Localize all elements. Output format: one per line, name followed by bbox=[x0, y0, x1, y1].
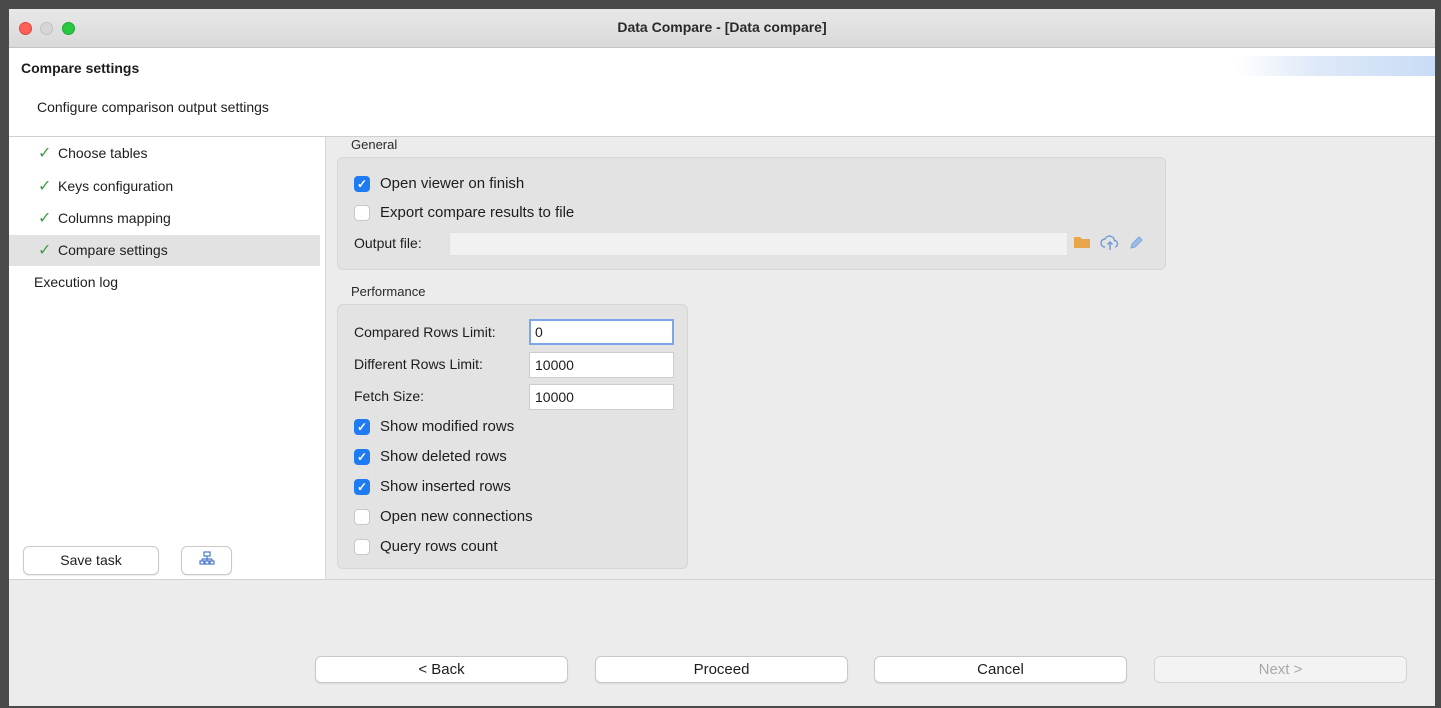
checkbox-checked-icon: ✓ bbox=[354, 176, 370, 192]
page-title: Compare settings bbox=[21, 60, 140, 76]
sidebar-item-label: Compare settings bbox=[58, 242, 168, 258]
sidebar-item-label: Keys configuration bbox=[58, 178, 174, 194]
different-rows-limit-input[interactable]: 10000 bbox=[529, 352, 674, 378]
checkbox-label: Open viewer on finish bbox=[380, 175, 525, 192]
page-subtitle: Configure comparison output settings bbox=[37, 99, 269, 115]
wizard-header: Compare settings Configure comparison ou… bbox=[9, 48, 1435, 137]
output-file-input[interactable] bbox=[449, 232, 1068, 256]
checkbox-label: Show deleted rows bbox=[380, 448, 507, 465]
checkmark-icon: ✓ bbox=[38, 242, 52, 259]
checkbox-checked-icon: ✓ bbox=[354, 449, 370, 465]
checkmark-icon: ✓ bbox=[38, 145, 52, 162]
folder-icon[interactable] bbox=[1073, 235, 1091, 253]
output-file-label: Output file: bbox=[354, 235, 422, 251]
general-group: ✓ Open viewer on finish Export compare r… bbox=[337, 157, 1166, 270]
checkbox-label: Open new connections bbox=[380, 508, 533, 525]
task-config-button[interactable] bbox=[181, 546, 232, 575]
task-config-icon bbox=[198, 551, 215, 568]
save-task-button[interactable]: Save task bbox=[23, 546, 159, 575]
proceed-button[interactable]: Proceed bbox=[595, 656, 848, 683]
wizard-steps-sidebar: ✓ Choose tables ✓ Keys configuration ✓ C… bbox=[9, 137, 326, 587]
compared-rows-limit-label: Compared Rows Limit: bbox=[354, 324, 496, 340]
different-rows-limit-label: Different Rows Limit: bbox=[354, 356, 483, 372]
dialog-window: Data Compare - [Data compare] Compare se… bbox=[9, 9, 1435, 706]
checkbox-unchecked-icon bbox=[354, 509, 370, 525]
cloud-upload-icon[interactable] bbox=[1100, 235, 1120, 255]
checkmark-icon: ✓ bbox=[38, 178, 52, 195]
fetch-size-label: Fetch Size: bbox=[354, 388, 425, 404]
checkbox-label: Export compare results to file bbox=[380, 204, 575, 221]
sidebar-item-compare-settings[interactable]: ✓ Compare settings bbox=[9, 235, 320, 266]
header-decoration bbox=[1235, 56, 1435, 76]
wizard-footer: < Back Proceed Cancel Next > bbox=[9, 579, 1435, 706]
checkbox-unchecked-icon bbox=[354, 539, 370, 555]
checkmark-icon: ✓ bbox=[38, 210, 52, 227]
checkbox-label: Show inserted rows bbox=[380, 478, 511, 495]
fetch-size-input[interactable]: 10000 bbox=[529, 384, 674, 410]
performance-group-label: Performance bbox=[351, 284, 426, 299]
sidebar-item-label: Execution log bbox=[34, 274, 119, 290]
sidebar-item-keys-configuration[interactable]: ✓ Keys configuration bbox=[9, 171, 320, 202]
general-group-label: General bbox=[351, 137, 398, 152]
back-button[interactable]: < Back bbox=[315, 656, 568, 683]
compared-rows-limit-input[interactable]: 0 bbox=[529, 319, 674, 345]
performance-group: Compared Rows Limit: 0 Different Rows Li… bbox=[337, 304, 688, 569]
sidebar-item-label: Choose tables bbox=[58, 145, 148, 161]
sidebar-item-execution-log[interactable]: Execution log bbox=[9, 267, 320, 298]
checkbox-checked-icon: ✓ bbox=[354, 479, 370, 495]
checkbox-label: Show modified rows bbox=[380, 418, 515, 435]
next-button[interactable]: Next > bbox=[1154, 656, 1407, 683]
checkbox-unchecked-icon bbox=[354, 205, 370, 221]
title-bar: Data Compare - [Data compare] bbox=[9, 9, 1435, 48]
sidebar-item-columns-mapping[interactable]: ✓ Columns mapping bbox=[9, 203, 320, 234]
cancel-button[interactable]: Cancel bbox=[874, 656, 1127, 683]
pencil-icon[interactable] bbox=[1128, 235, 1144, 255]
window-title: Data Compare - [Data compare] bbox=[617, 19, 827, 35]
sidebar-item-choose-tables[interactable]: ✓ Choose tables bbox=[9, 138, 320, 169]
sidebar-item-label: Columns mapping bbox=[58, 210, 171, 226]
checkbox-checked-icon: ✓ bbox=[354, 419, 370, 435]
checkbox-label: Query rows count bbox=[380, 538, 498, 555]
